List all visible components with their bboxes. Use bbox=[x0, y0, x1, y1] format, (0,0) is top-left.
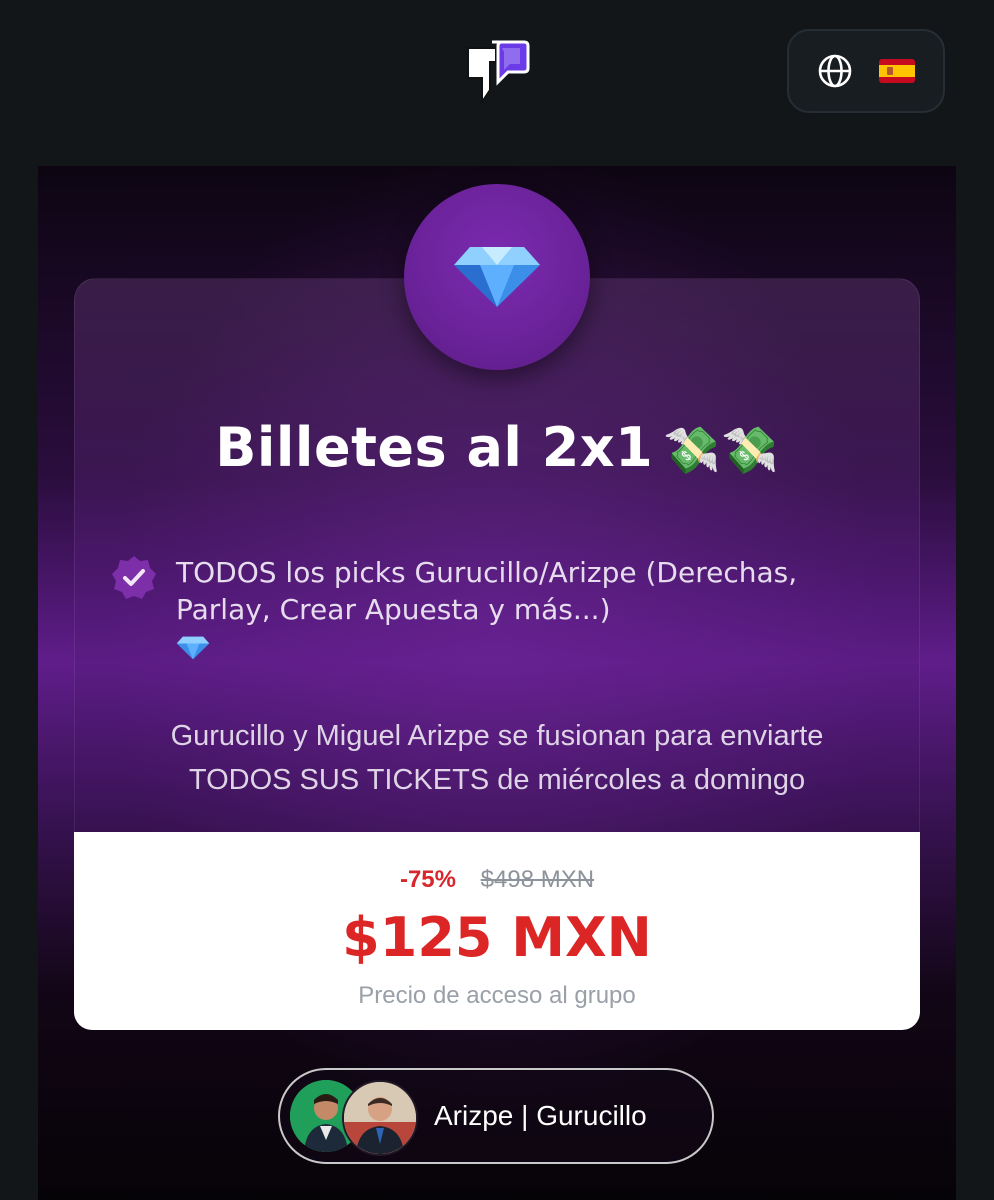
avatar bbox=[342, 1080, 418, 1156]
gem-icon bbox=[454, 247, 540, 307]
current-price: $125 MXN bbox=[342, 906, 652, 969]
feature-item: TODOS los picks Gurucillo/Arizpe (Derech… bbox=[176, 554, 896, 665]
discount-badge: -75% bbox=[399, 866, 456, 893]
offer-title-text: Billetes al 2x1 bbox=[215, 416, 654, 479]
spain-flag-icon bbox=[879, 59, 915, 83]
top-bar bbox=[0, 0, 994, 166]
feature-text: TODOS los picks Gurucillo/Arizpe (Derech… bbox=[176, 556, 798, 626]
offer-badge bbox=[404, 184, 590, 370]
creator-button[interactable]: Arizpe | Gurucillo bbox=[278, 1068, 714, 1164]
description-line-2: TODOS SUS TICKETS de miércoles a domingo bbox=[188, 764, 806, 796]
creator-name: Arizpe | Gurucillo bbox=[434, 1100, 647, 1131]
verified-check-icon bbox=[112, 556, 156, 599]
gem-icon bbox=[176, 636, 210, 660]
globe-icon bbox=[818, 54, 852, 88]
language-selector-button[interactable] bbox=[787, 29, 945, 113]
brand-logo-icon[interactable] bbox=[462, 38, 532, 110]
original-price: $498 MXN bbox=[480, 866, 595, 893]
discount-row: -75% $498 MXN bbox=[74, 866, 920, 894]
avatar-gurucillo bbox=[344, 1082, 416, 1154]
offer-panel: Billetes al 2x1 💸💸 TODOS los picks Guruci… bbox=[38, 166, 956, 1200]
price-box: -75% $498 MXN $125 MXN Precio de acceso … bbox=[74, 832, 920, 1030]
money-wings-emoji: 💸💸 bbox=[663, 423, 779, 477]
offer-title: Billetes al 2x1 💸💸 bbox=[38, 416, 956, 479]
offer-description: Gurucillo y Miguel Arizpe se fusionan pa… bbox=[98, 714, 896, 802]
price-caption: Precio de acceso al grupo bbox=[358, 982, 636, 1009]
description-line-1: Gurucillo y Miguel Arizpe se fusionan pa… bbox=[170, 720, 824, 752]
